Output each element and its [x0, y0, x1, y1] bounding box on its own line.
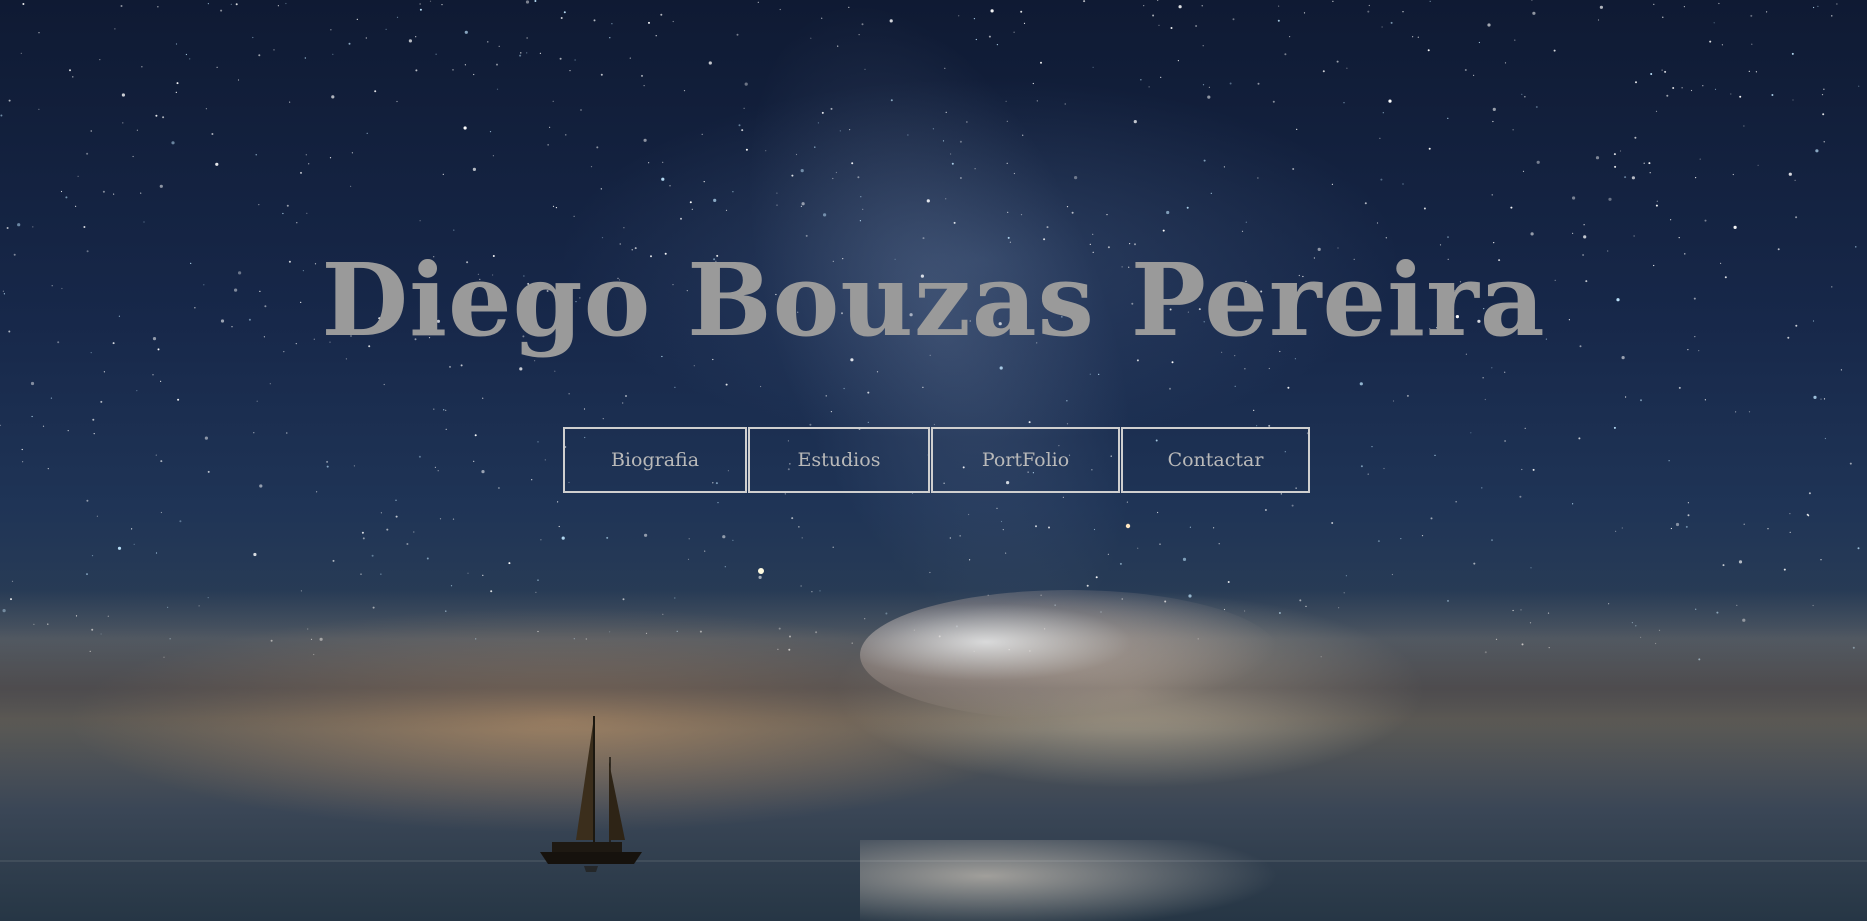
nav-item-estudios[interactable]: Estudios: [748, 427, 930, 493]
page-title: Diego Bouzas Pereira: [321, 241, 1546, 359]
water-reflection: [860, 840, 1280, 921]
hero-background: Diego Bouzas Pereira Biografia Estudios …: [0, 0, 1867, 921]
sailboat-image: [540, 716, 642, 872]
horizon-line: [0, 860, 1867, 862]
main-nav: Biografia Estudios PortFolio Contactar: [563, 427, 1310, 493]
nav-item-portfolio[interactable]: PortFolio: [931, 427, 1120, 493]
nav-item-biografia[interactable]: Biografia: [563, 427, 747, 493]
nav-item-contactar[interactable]: Contactar: [1121, 427, 1310, 493]
lightning-cloud: [860, 590, 1280, 720]
